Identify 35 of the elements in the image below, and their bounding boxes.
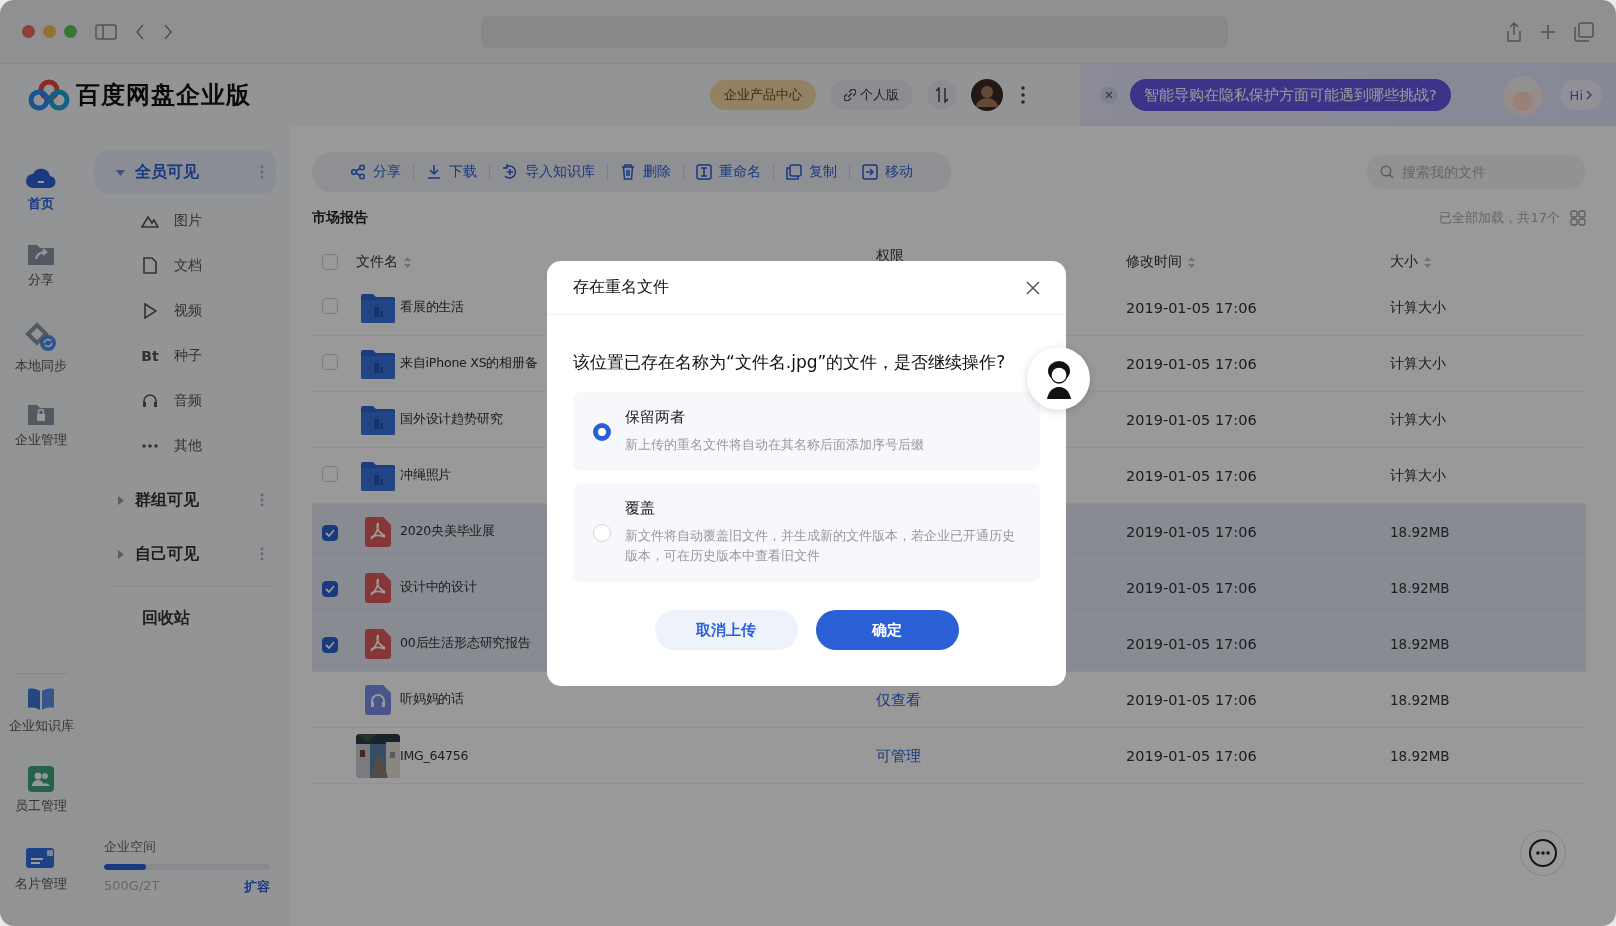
file-name: 国外设计趋势研究 bbox=[400, 411, 503, 428]
modified-time: 2019-01-05 17:06 bbox=[1126, 299, 1257, 316]
dialog-title: 存在重名文件 bbox=[573, 277, 669, 298]
file-name: IMG_64756 bbox=[400, 748, 469, 763]
modified-time: 2019-01-05 17:06 bbox=[1126, 411, 1257, 428]
modified-time: 2019-01-05 17:06 bbox=[1126, 747, 1257, 764]
modified-time: 2019-01-05 17:06 bbox=[1126, 579, 1257, 596]
torrent-label: Bt bbox=[141, 347, 159, 364]
file-size: 18.92MB bbox=[1390, 635, 1450, 652]
breadcrumb: 市场报告 bbox=[312, 209, 368, 227]
modified-time: 2019-01-05 17:06 bbox=[1126, 355, 1257, 372]
modified-time: 2019-01-05 17:06 bbox=[1126, 467, 1257, 484]
modified-time: 2019-01-05 17:06 bbox=[1126, 691, 1257, 708]
app-title: 百度网盘企业版 bbox=[76, 80, 251, 111]
storage-label: 企业空间 bbox=[104, 838, 157, 856]
file-size: 18.92MB bbox=[1390, 747, 1450, 764]
file-name: 听妈妈的话 bbox=[400, 691, 464, 708]
file-name: 设计中的设计 bbox=[400, 579, 477, 596]
modified-time: 2019-01-05 17:06 bbox=[1126, 523, 1257, 540]
file-name: 冲绳照片 bbox=[400, 467, 452, 484]
option-title: 保留两者 bbox=[625, 408, 686, 427]
file-size: 计算大小 bbox=[1390, 410, 1446, 429]
file-size: 计算大小 bbox=[1390, 466, 1446, 485]
file-size: 18.92MB bbox=[1390, 523, 1450, 540]
file-name: 看展的生活 bbox=[400, 299, 464, 316]
file-size: 计算大小 bbox=[1390, 354, 1446, 373]
file-size: 18.92MB bbox=[1390, 579, 1450, 596]
modified-time: 2019-01-05 17:06 bbox=[1126, 635, 1257, 652]
column-header: 权限 bbox=[876, 247, 904, 265]
file-name: 来自iPhone XS的相册备 bbox=[400, 355, 538, 372]
dialog-question: 该位置已存在名称为“文件名.jpg”的文件，是否继续操作? bbox=[573, 351, 1007, 374]
file-size: 18.92MB bbox=[1390, 691, 1450, 708]
file-name: 00后生活形态研究报告 bbox=[400, 635, 531, 652]
file-name: 2020央美毕业展 bbox=[400, 523, 495, 540]
file-size: 计算大小 bbox=[1390, 298, 1446, 317]
